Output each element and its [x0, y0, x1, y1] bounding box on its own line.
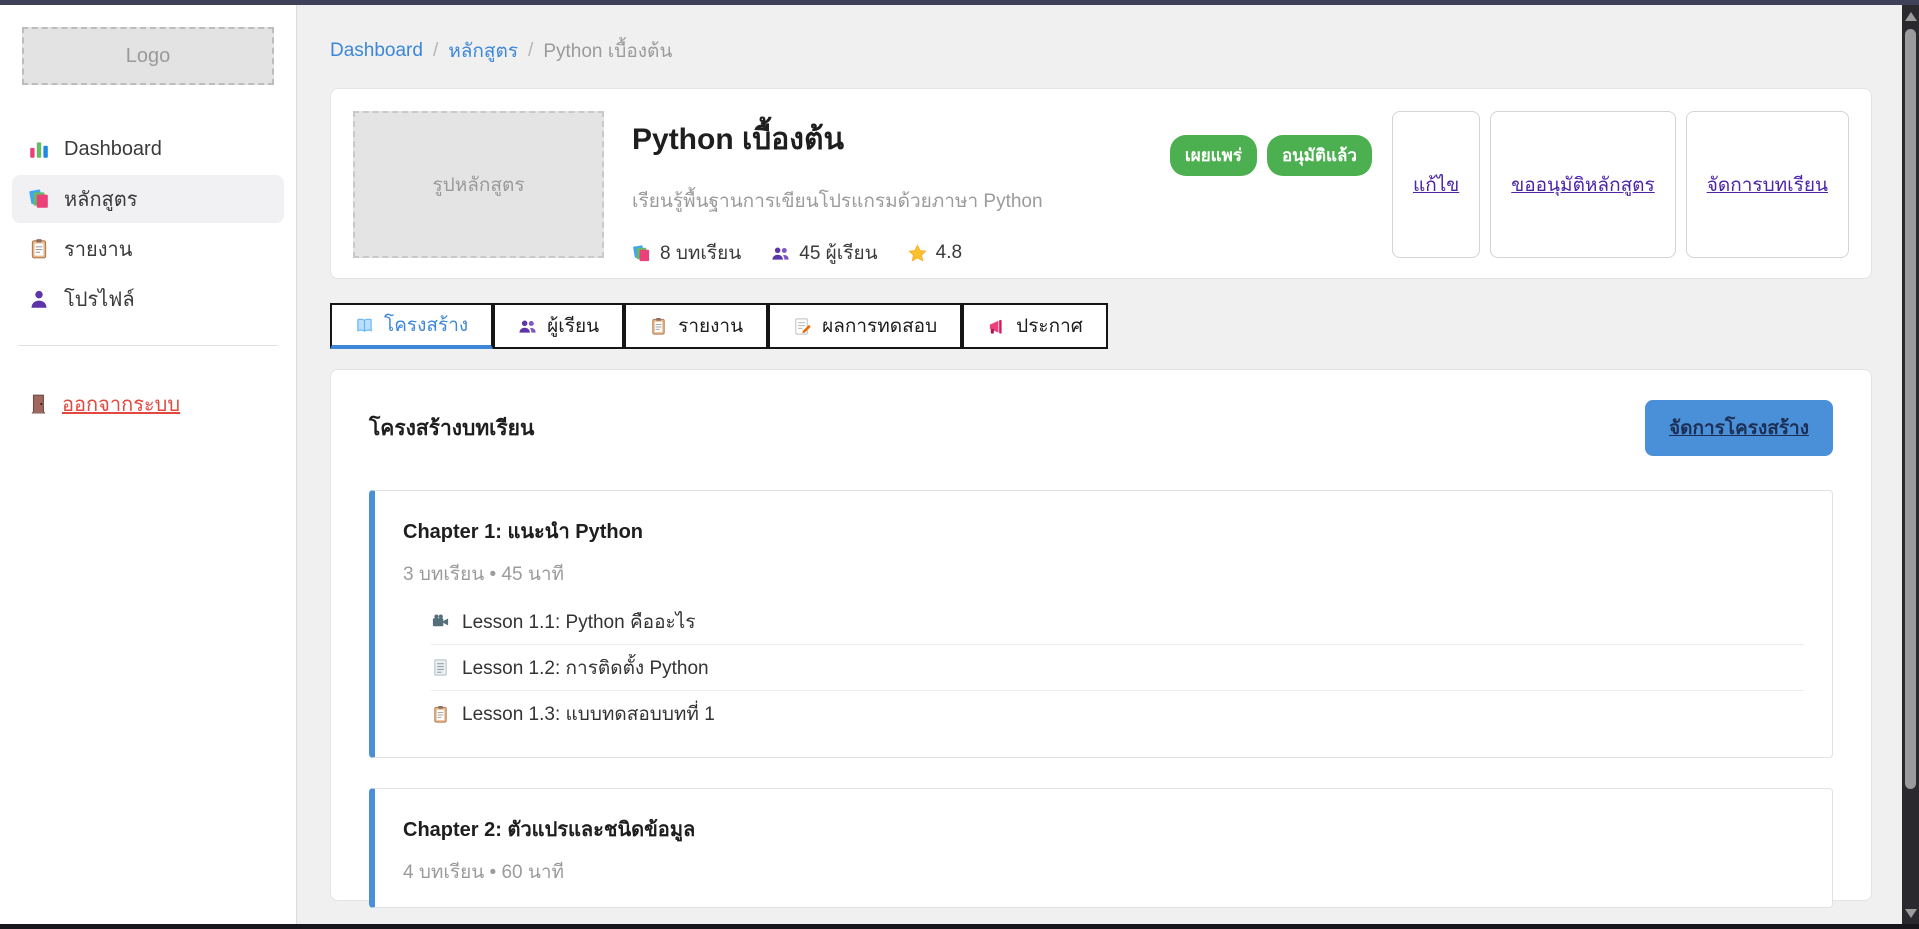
memo-pencil-icon: [793, 317, 812, 336]
stat-students-label: 45 ผู้เรียน: [799, 238, 877, 268]
manage-lessons-button[interactable]: จัดการบทเรียน: [1686, 111, 1849, 258]
sidebar-item-courses[interactable]: หลักสูตร: [12, 175, 284, 223]
structure-heading: โครงสร้างบทเรียน: [369, 412, 534, 445]
course-actions: แก้ไข ขออนุมัติหลักสูตร จัดการบทเรียน: [1392, 111, 1849, 258]
megaphone-icon: [987, 317, 1006, 336]
video-camera-icon: [431, 612, 450, 631]
sidebar-menu: Dashboard หลักสูตร รายงาน โปรไฟล์: [0, 125, 296, 323]
course-title: Python เบื้องต้น: [632, 116, 1170, 163]
breadcrumb-courses[interactable]: หลักสูตร: [448, 36, 518, 66]
stat-lessons: 8 บทเรียน: [632, 238, 741, 268]
logo-label: Logo: [126, 45, 171, 68]
tab-students[interactable]: ผู้เรียน: [493, 303, 624, 349]
status-badge-approved: อนุมัติแล้ว: [1267, 135, 1372, 176]
logout-label: ออกจากระบบ: [62, 388, 180, 420]
edit-course-button[interactable]: แก้ไข: [1392, 111, 1480, 258]
stat-students: 45 ผู้เรียน: [771, 238, 877, 268]
tab-students-label: ผู้เรียน: [547, 311, 599, 341]
course-description: เรียนรู้พื้นฐานการเขียนโปรแกรมด้วยภาษา P…: [632, 186, 1170, 216]
chapter-meta: 4 บทเรียน • 60 นาที: [403, 857, 1804, 887]
bar-chart-icon: [28, 138, 50, 160]
status-badges: เผยแพร่ อนุมัติแล้ว: [1170, 135, 1372, 176]
course-tabs: โครงสร้าง ผู้เรียน รายงาน ผลการทดสอบ ประ…: [330, 303, 1872, 349]
lesson-list: Lesson 1.1: Python คืออะไร Lesson 1.2: ก…: [431, 599, 1804, 737]
stat-lessons-label: 8 บทเรียน: [660, 238, 741, 268]
breadcrumb-dashboard[interactable]: Dashboard: [330, 40, 423, 62]
window-top-bar: [0, 0, 1919, 5]
course-stats: 8 บทเรียน 45 ผู้เรียน 4.8: [632, 238, 1170, 268]
sidebar-item-label: Dashboard: [64, 138, 162, 161]
door-icon: [28, 393, 50, 415]
window-bottom-bar: [0, 924, 1919, 929]
logout-link[interactable]: ออกจากระบบ: [12, 382, 284, 426]
sidebar-item-label: โปรไฟล์: [64, 283, 135, 315]
lesson-item[interactable]: Lesson 1.1: Python คืออะไร: [431, 599, 1804, 645]
clipboard-icon: [649, 317, 668, 336]
books-icon: [28, 188, 50, 210]
sidebar-divider: [18, 345, 278, 346]
sidebar-item-dashboard[interactable]: Dashboard: [12, 125, 284, 173]
manage-lessons-label: จัดการบทเรียน: [1707, 170, 1828, 200]
tab-test-results[interactable]: ผลการทดสอบ: [768, 303, 962, 349]
stat-rating: 4.8: [908, 242, 962, 264]
request-approval-button[interactable]: ขออนุมัติหลักสูตร: [1490, 111, 1675, 258]
status-badge-published: เผยแพร่: [1170, 135, 1257, 176]
edit-course-label: แก้ไข: [1413, 170, 1459, 200]
sidebar-item-profile[interactable]: โปรไฟล์: [12, 275, 284, 323]
lesson-item[interactable]: Lesson 1.3: แบบทดสอบบทที่ 1: [431, 691, 1804, 737]
course-image-placeholder: รูปหลักสูตร: [353, 111, 604, 258]
request-approval-label: ขออนุมัติหลักสูตร: [1511, 170, 1654, 200]
lesson-title: Lesson 1.1: Python คืออะไร: [462, 607, 695, 637]
breadcrumb-separator: /: [433, 40, 438, 62]
manage-structure-button[interactable]: จัดการโครงสร้าง: [1645, 400, 1833, 456]
breadcrumb-current: Python เบื้องต้น: [543, 36, 672, 66]
lesson-item[interactable]: Lesson 1.2: การติดตั้ง Python: [431, 645, 1804, 691]
course-image-label: รูปหลักสูตร: [432, 170, 524, 200]
breadcrumb: Dashboard / หลักสูตร / Python เบื้องต้น: [330, 36, 1872, 66]
course-info: Python เบื้องต้น เรียนรู้พื้นฐานการเขียน…: [604, 111, 1170, 268]
open-book-icon: [355, 316, 374, 335]
main-content: Dashboard / หลักสูตร / Python เบื้องต้น …: [297, 5, 1902, 924]
tab-structure[interactable]: โครงสร้าง: [330, 303, 493, 349]
sidebar-item-reports[interactable]: รายงาน: [12, 225, 284, 273]
clipboard-icon: [28, 238, 50, 260]
sidebar: Logo Dashboard หลักสูตร รายงาน โปรไฟล์: [0, 5, 297, 924]
books-icon: [632, 244, 651, 263]
scrollbar-thumb[interactable]: [1905, 29, 1916, 789]
people-icon: [771, 244, 790, 263]
stat-rating-label: 4.8: [936, 242, 962, 264]
structure-header: โครงสร้างบทเรียน จัดการโครงสร้าง: [369, 400, 1833, 456]
chapter-meta: 3 บทเรียน • 45 นาที: [403, 559, 1804, 589]
tab-test-results-label: ผลการทดสอบ: [822, 311, 937, 341]
lesson-title: Lesson 1.2: การติดตั้ง Python: [462, 653, 709, 683]
tab-reports[interactable]: รายงาน: [624, 303, 768, 349]
clipboard-icon: [431, 705, 450, 724]
chapter-title: Chapter 2: ตัวแปรและชนิดข้อมูล: [403, 813, 1804, 845]
chapter-card-1: Chapter 1: แนะนำ Python 3 บทเรียน • 45 น…: [369, 490, 1833, 758]
star-icon: [908, 244, 927, 263]
people-icon: [518, 317, 537, 336]
app-screen: Logo Dashboard หลักสูตร รายงาน โปรไฟล์: [0, 0, 1919, 929]
sidebar-item-label: หลักสูตร: [64, 183, 138, 215]
tab-structure-label: โครงสร้าง: [384, 310, 468, 340]
scroll-down-arrow[interactable]: [1902, 904, 1919, 922]
course-header-card: รูปหลักสูตร Python เบื้องต้น เรียนรู้พื้…: [330, 88, 1872, 279]
vertical-scrollbar[interactable]: [1902, 5, 1919, 924]
structure-panel: โครงสร้างบทเรียน จัดการโครงสร้าง Chapter…: [330, 369, 1872, 901]
tab-announcements[interactable]: ประกาศ: [962, 303, 1108, 349]
tab-reports-label: รายงาน: [678, 311, 743, 341]
chapter-title: Chapter 1: แนะนำ Python: [403, 515, 1804, 547]
document-icon: [431, 658, 450, 677]
scroll-up-arrow[interactable]: [1902, 7, 1919, 25]
lesson-title: Lesson 1.3: แบบทดสอบบทที่ 1: [462, 699, 715, 729]
sidebar-item-label: รายงาน: [64, 233, 132, 265]
tab-announcements-label: ประกาศ: [1016, 311, 1083, 341]
chapter-card-2: Chapter 2: ตัวแปรและชนิดข้อมูล 4 บทเรียน…: [369, 788, 1833, 908]
logo: Logo: [22, 27, 274, 85]
breadcrumb-separator: /: [528, 40, 533, 62]
person-icon: [28, 288, 50, 310]
